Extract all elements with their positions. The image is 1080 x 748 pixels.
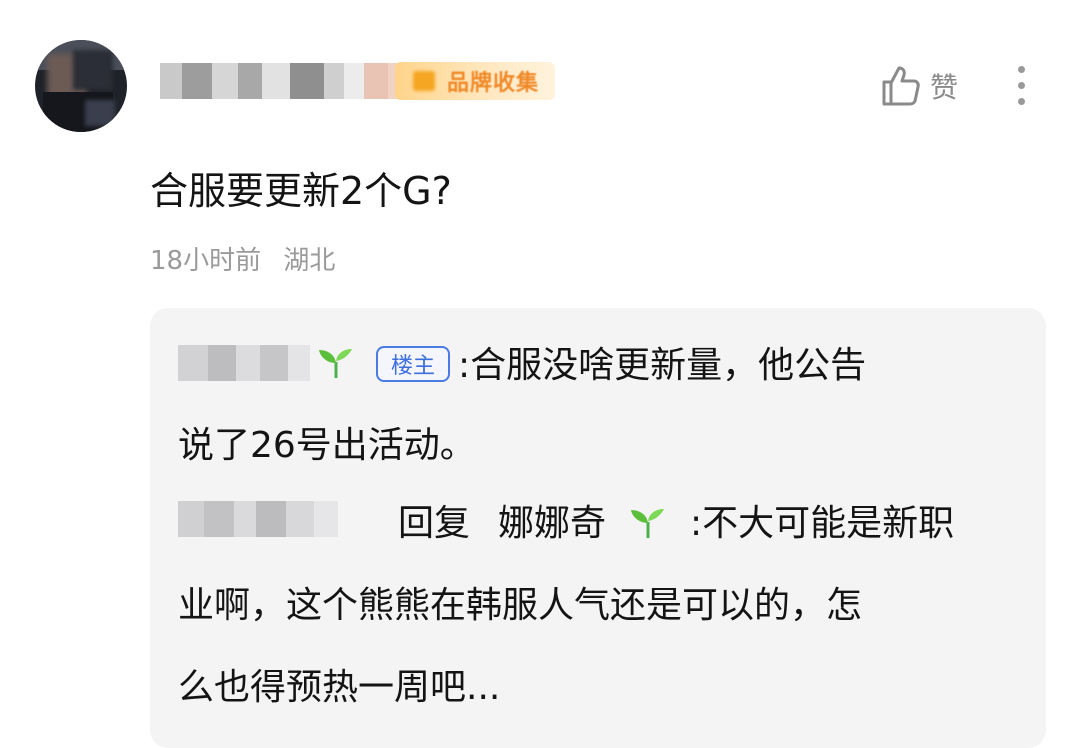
reply-panel[interactable]: 楼主 :合服没啥更新量，他公告 说了26号出活动。 回复 娜娜奇 :不大可能是新… [150, 308, 1046, 748]
sprout-icon [319, 349, 352, 378]
more-vertical-icon [1018, 66, 1025, 73]
post-title: 合服要更新2个G? [150, 169, 452, 213]
reply-text-line: 么也得预热一周吧... [178, 667, 501, 708]
more-options-button[interactable] [1012, 66, 1032, 106]
post-meta: 18小时前 湖北 [150, 240, 335, 277]
owner-tag: 楼主 [376, 346, 450, 382]
reply-username-obscured[interactable] [178, 500, 338, 538]
reply-username-obscured[interactable] [178, 344, 310, 382]
brand-collection-badge[interactable]: 品牌收集 [395, 62, 555, 100]
like-button[interactable]: 赞 [880, 64, 958, 108]
reply-text-line: :合服没啥更新量，他公告 [458, 345, 867, 386]
post-time: 18小时前 [150, 246, 262, 276]
reply-to-username[interactable]: 娜娜奇 [498, 506, 606, 542]
sprout-icon [631, 509, 664, 538]
badge-icon [413, 71, 435, 91]
reply-text-line: :不大可能是新职 [690, 503, 955, 544]
reply-text-line: 说了26号出活动。 [178, 425, 476, 466]
like-label: 赞 [930, 71, 959, 104]
reply-to-label: 回复 [398, 503, 471, 544]
post-location: 湖北 [283, 246, 336, 276]
username-obscured[interactable] [160, 62, 414, 100]
user-avatar[interactable] [35, 40, 127, 132]
badge-label: 品牌收集 [447, 71, 540, 96]
thumbs-up-icon [880, 64, 922, 108]
reply-text-line: 业啊，这个熊熊在韩服人气还是可以的，怎 [178, 585, 863, 626]
